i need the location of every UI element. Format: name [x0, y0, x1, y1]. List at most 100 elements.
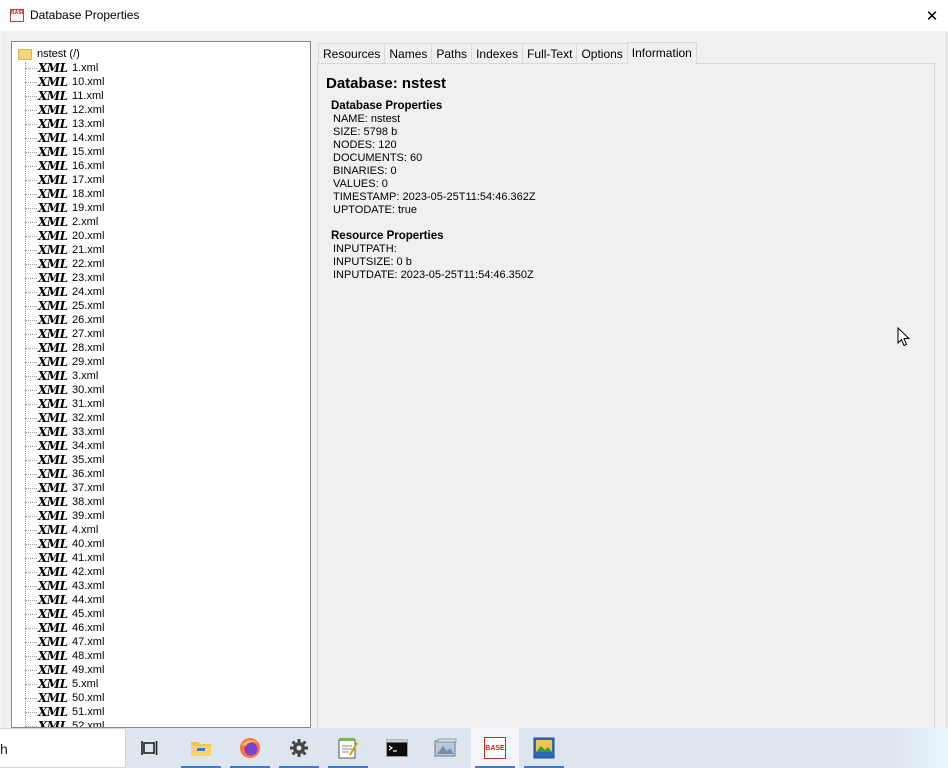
close-button[interactable]: ✕ — [916, 0, 948, 32]
tree-item[interactable]: XML 19.xml — [12, 201, 310, 215]
tab-strip: Resources Names Paths Indexes Full-Text Optio… — [318, 42, 697, 64]
tree-item[interactable]: XML 29.xml — [12, 355, 310, 369]
xml-file-icon: XML — [38, 607, 68, 621]
tree-item[interactable]: XML 47.xml — [12, 635, 310, 649]
tree-connector — [25, 166, 37, 167]
tree-item[interactable]: XML 21.xml — [12, 243, 310, 257]
tree-connector — [25, 586, 37, 587]
tree-item[interactable]: XML 27.xml — [12, 327, 310, 341]
settings-button[interactable] — [275, 728, 323, 768]
image-viewer-button[interactable] — [422, 728, 470, 768]
tree-item[interactable]: XML 32.xml — [12, 411, 310, 425]
terminal-button[interactable] — [373, 728, 421, 768]
tree-item[interactable]: XML 22.xml — [12, 257, 310, 271]
tree-item[interactable]: XML 25.xml — [12, 299, 310, 313]
tree-item[interactable]: XML 12.xml — [12, 103, 310, 117]
folder-icon — [18, 48, 32, 60]
tree-item[interactable]: XML 39.xml — [12, 509, 310, 523]
tree-item[interactable]: XML 10.xml — [12, 75, 310, 89]
xml-file-icon: XML — [38, 579, 68, 593]
tree-item[interactable]: XML 1.xml — [12, 61, 310, 75]
tree-connector — [25, 614, 37, 615]
basex-button[interactable]: BASE — [471, 728, 519, 768]
tree-item[interactable]: XML 18.xml — [12, 187, 310, 201]
tree-item[interactable]: XML 40.xml — [12, 537, 310, 551]
text-editor-button[interactable] — [324, 728, 372, 768]
tree-item-label: 16.xml — [72, 160, 105, 172]
xml-file-icon: XML — [38, 397, 68, 411]
tree-item-label: 23.xml — [72, 272, 105, 284]
tree-item-label: 27.xml — [72, 328, 105, 340]
tree-item[interactable]: XML 2.xml — [12, 215, 310, 229]
tree-item[interactable]: XML 46.xml — [12, 621, 310, 635]
tab-full-text[interactable]: Full-Text — [522, 43, 578, 64]
tree-item[interactable]: XML 35.xml — [12, 453, 310, 467]
tree-item[interactable]: XML 26.xml — [12, 313, 310, 327]
tree-item[interactable]: XML 4.xml — [12, 523, 310, 537]
firefox-button[interactable] — [226, 728, 274, 768]
tree-item-label: 38.xml — [72, 496, 105, 508]
tree-connector — [25, 334, 37, 335]
tree-item[interactable]: XML 44.xml — [12, 593, 310, 607]
tree-connector — [25, 432, 37, 433]
tab-names[interactable]: Names — [384, 43, 433, 64]
tree-item[interactable]: XML 28.xml — [12, 341, 310, 355]
tree-item[interactable]: XML 15.xml — [12, 145, 310, 159]
tree-item[interactable]: XML 43.xml — [12, 579, 310, 593]
tab-options[interactable]: Options — [576, 43, 628, 64]
task-view-button[interactable] — [126, 728, 174, 768]
resource-tree[interactable]: nstest (/) XML 1.xml XML 10.xml XML 11.xml XML… — [11, 41, 311, 728]
tree-item[interactable]: XML 13.xml — [12, 117, 310, 131]
tree-connector — [25, 96, 37, 97]
tree-item[interactable]: XML 36.xml — [12, 467, 310, 481]
tree-item[interactable]: XML 52.xml — [12, 719, 310, 727]
photos-button[interactable] — [520, 728, 568, 768]
tree-item-label: 11.xml — [72, 90, 104, 102]
tree-item-label: 47.xml — [72, 636, 105, 648]
xml-file-icon: XML — [38, 509, 68, 523]
tree-item[interactable]: XML 30.xml — [12, 383, 310, 397]
tree-item[interactable]: XML 38.xml — [12, 495, 310, 509]
tree-item[interactable]: XML 33.xml — [12, 425, 310, 439]
information-panel: Database: nstest Database Properties NAM… — [317, 63, 935, 728]
property-row: UPTODATE: true — [333, 204, 417, 216]
tree-item[interactable]: XML 17.xml — [12, 173, 310, 187]
resource-properties-section: Resource Properties INPUTPATH: INPUTSIZE:… — [331, 229, 534, 282]
file-explorer-button[interactable] — [177, 728, 225, 768]
tab-resources[interactable]: Resources — [318, 43, 386, 64]
tree-item[interactable]: XML 51.xml — [12, 705, 310, 719]
tree-connector — [25, 222, 37, 223]
tab-paths[interactable]: Paths — [431, 43, 473, 64]
tree-item[interactable]: XML 42.xml — [12, 565, 310, 579]
tree-item[interactable]: XML 41.xml — [12, 551, 310, 565]
tree-connector — [25, 698, 37, 699]
tree-item[interactable]: XML 24.xml — [12, 285, 310, 299]
tree-item[interactable]: XML 49.xml — [12, 663, 310, 677]
taskbar-search-box[interactable]: h — [0, 728, 126, 768]
tree-root-node[interactable]: nstest (/) — [18, 47, 80, 61]
tree-connector — [25, 264, 37, 265]
tree-item[interactable]: XML 3.xml — [12, 369, 310, 383]
tab-information[interactable]: Information — [626, 42, 697, 64]
tree-item[interactable]: XML 5.xml — [12, 677, 310, 691]
tree-item-label: 3.xml — [72, 370, 99, 382]
tree-connector — [25, 572, 37, 573]
tree-item[interactable]: XML 16.xml — [12, 159, 310, 173]
tree-connector — [25, 404, 37, 405]
tree-item[interactable]: XML 14.xml — [12, 131, 310, 145]
tree-item[interactable]: XML 11.xml — [12, 89, 310, 103]
tree-item[interactable]: XML 45.xml — [12, 607, 310, 621]
tree-item[interactable]: XML 37.xml — [12, 481, 310, 495]
tree-item[interactable]: XML 23.xml — [12, 271, 310, 285]
tab-indexes[interactable]: Indexes — [471, 43, 524, 64]
tree-connector — [25, 208, 37, 209]
xml-file-icon: XML — [38, 537, 68, 551]
tree-item[interactable]: XML 34.xml — [12, 439, 310, 453]
tree-item[interactable]: XML 20.xml — [12, 229, 310, 243]
tree-item[interactable]: XML 50.xml — [12, 691, 310, 705]
xml-file-icon: XML — [38, 677, 68, 691]
tree-item[interactable]: XML 48.xml — [12, 649, 310, 663]
tree-connector — [25, 180, 37, 181]
tree-item-label: 34.xml — [72, 440, 105, 452]
tree-item[interactable]: XML 31.xml — [12, 397, 310, 411]
